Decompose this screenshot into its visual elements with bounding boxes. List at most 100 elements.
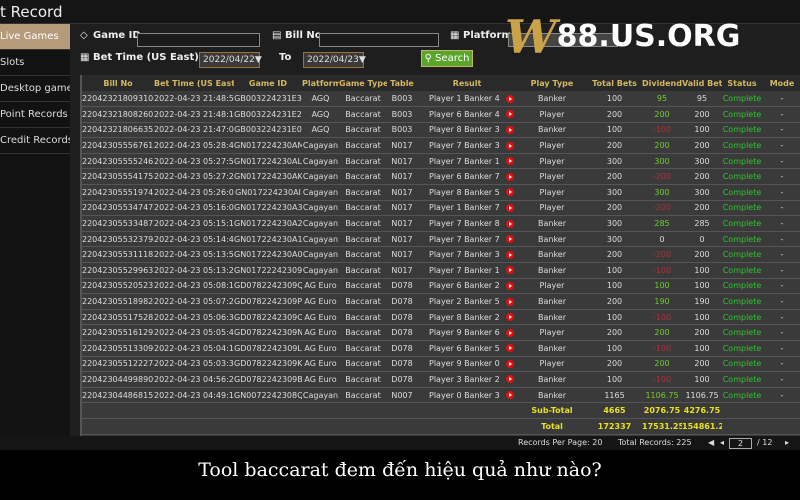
play-video-icon[interactable] — [505, 141, 514, 150]
play-video-icon[interactable] — [505, 188, 514, 197]
play-video-icon[interactable] — [505, 328, 514, 337]
table-row[interactable]: 220423055519743 2022-04-23 05:26:07 GN0172… — [82, 184, 800, 201]
cell-platform: AG Euro — [302, 293, 339, 310]
bill-no-input[interactable] — [319, 33, 439, 47]
play-video-icon[interactable] — [505, 359, 514, 368]
table-row[interactable]: 220423055161293 2022-04-23 05:05:49 GD0782… — [82, 324, 800, 341]
table-row[interactable]: 220423055122274 2022-04-23 05:03:39 GD0782… — [82, 356, 800, 373]
play-video-icon[interactable] — [505, 281, 514, 290]
prev-page-icon[interactable]: ◂ — [720, 436, 724, 450]
date-from-select[interactable]: 2022/04/22▼ — [199, 52, 262, 68]
cell-mode: - — [762, 231, 800, 248]
column-header[interactable]: Total Bets — [587, 75, 642, 91]
play-video-icon[interactable] — [505, 203, 514, 212]
cell-status: Complete — [722, 122, 762, 139]
cell-table: D078 — [387, 371, 417, 388]
cell-platform: AG Euro — [302, 278, 339, 295]
play-video-icon[interactable] — [505, 219, 514, 228]
cell-status: Complete — [722, 340, 762, 357]
play-video-icon[interactable] — [505, 250, 514, 259]
cell-bill-no: 220423218093106 — [82, 91, 154, 108]
play-video-icon[interactable] — [505, 375, 514, 384]
column-header[interactable]: Mode — [762, 75, 800, 91]
column-header[interactable]: Bet Time (US East) — [154, 75, 234, 91]
column-header[interactable]: Platform — [302, 75, 339, 91]
cell-status: Complete — [722, 215, 762, 232]
cell-result: Player 9 Banker 0 — [417, 356, 517, 373]
date-to-select[interactable]: 2022/04/23▼ — [303, 52, 366, 68]
play-video-icon[interactable] — [505, 391, 514, 400]
table-row[interactable]: 220423218082602 2022-04-23 21:48:15 GB0032… — [82, 106, 800, 123]
column-header[interactable]: Bill No — [82, 75, 154, 91]
sidebar-item-credit-records[interactable]: Credit Records — [0, 128, 70, 154]
table-row[interactable]: 220423055334873 2022-04-23 05:15:16 GN0172… — [82, 215, 800, 232]
cell-game-id: GN017224230AL — [234, 153, 302, 170]
play-video-icon[interactable] — [505, 313, 514, 322]
cell-status: Complete — [722, 168, 762, 186]
sidebar-item-slots[interactable]: Slots — [0, 50, 70, 76]
play-video-icon[interactable] — [505, 344, 514, 353]
play-video-icon[interactable] — [505, 94, 514, 103]
table-row[interactable]: 220423055299631 2022-04-23 05:13:22 GN0172… — [82, 262, 800, 279]
table-row[interactable]: 220423055205237 2022-04-23 05:08:16 GD0782… — [82, 278, 800, 295]
play-video-icon[interactable] — [505, 235, 514, 244]
cell-platform: AG Euro — [302, 371, 339, 388]
cell-mode: - — [762, 278, 800, 295]
sidebar-item-live-games[interactable]: Live Games — [0, 24, 70, 50]
cell-platform: Cagayan — [302, 184, 339, 201]
table-row[interactable]: 220423055133090 2022-04-23 05:04:16 GD0782… — [82, 340, 800, 357]
column-header[interactable]: Dividend — [642, 75, 682, 91]
play-video-icon[interactable] — [505, 125, 514, 134]
table-row[interactable]: 220423055189824 2022-04-23 05:07:23 GD0782… — [82, 293, 800, 310]
first-page-icon[interactable]: ◀ — [708, 436, 714, 450]
table-row[interactable]: 220423055175281 2022-04-23 05:06:36 GD0782… — [82, 309, 800, 326]
cell-result: Player 6 Banker 5 — [417, 340, 517, 357]
column-header[interactable]: Game Type — [339, 75, 387, 91]
cell-mode: - — [762, 91, 800, 108]
total-label: Total — [517, 418, 587, 436]
table-row[interactable]: 220423218093106 2022-04-23 21:48:59 GB0032… — [82, 91, 800, 108]
cell-game-id: GN01722242309Z — [234, 262, 302, 279]
column-header[interactable]: Play Type — [517, 75, 587, 91]
page-input[interactable]: 2 — [729, 438, 752, 449]
next-page-icon[interactable]: ▸ — [785, 436, 789, 450]
table-row[interactable]: 220423055552461 2022-04-23 05:27:56 GN0172… — [82, 153, 800, 170]
cell-total-bets: 200 — [587, 200, 642, 217]
table-row[interactable]: 220423218066355 2022-04-23 21:47:02 GB0032… — [82, 122, 800, 139]
column-header[interactable]: Result — [417, 75, 517, 91]
game-id-input[interactable] — [137, 33, 260, 47]
cell-play-type: Player — [517, 106, 587, 123]
cell-status: Complete — [722, 356, 762, 373]
search-button[interactable]: ⚲ Search — [421, 50, 473, 67]
cell-bill-no: 220423055323794 — [82, 231, 154, 248]
table-row[interactable]: 220423055347476 2022-04-23 05:16:01 GN0172… — [82, 200, 800, 217]
subtotal-label: Sub-Total — [517, 402, 587, 420]
play-video-icon[interactable] — [505, 266, 514, 275]
cell-bet-time-us-east-: 2022-04-23 05:16:01 — [154, 200, 234, 217]
column-header[interactable]: Game ID — [234, 75, 302, 91]
column-header[interactable]: Table — [387, 75, 417, 91]
table-row[interactable]: 220423055323794 2022-04-23 05:14:42 GN0172… — [82, 231, 800, 248]
cell-game-type: Baccarat — [339, 91, 387, 108]
table-row[interactable]: 220423055567618 2022-04-23 05:28:46 GN0172… — [82, 137, 800, 154]
column-header[interactable]: Valid Bets — [682, 75, 722, 91]
table-row[interactable]: 220423055541756 2022-04-23 05:27:20 GN0172… — [82, 168, 800, 186]
column-header[interactable]: Status — [722, 75, 762, 91]
table-row[interactable]: 220423044868156 2022-04-23 04:49:17 GN0072… — [82, 387, 800, 404]
play-video-icon[interactable] — [505, 110, 514, 119]
cell-play-type: Player — [517, 153, 587, 170]
play-video-icon[interactable] — [505, 297, 514, 306]
cell-valid-bets: 200 — [682, 200, 722, 217]
cell-game-type: Baccarat — [339, 122, 387, 139]
play-video-icon[interactable] — [505, 157, 514, 166]
sidebar-item-desktop-games[interactable]: Desktop games — [0, 76, 70, 102]
cell-dividend: -100 — [642, 371, 682, 388]
cell-result: Player 0 Banker 3 — [417, 387, 517, 404]
w88-logo: W 88.US.ORG — [505, 12, 740, 62]
table-row[interactable]: 220423044998909 2022-04-23 04:56:26 GD0782… — [82, 371, 800, 388]
table-row[interactable]: 220423055311183 2022-04-23 05:13:59 GN0172… — [82, 246, 800, 264]
cell-platform: AG Euro — [302, 356, 339, 373]
cell-platform: AG Euro — [302, 324, 339, 341]
play-video-icon[interactable] — [505, 172, 514, 181]
sidebar-item-point-records[interactable]: Point Records — [0, 102, 70, 128]
